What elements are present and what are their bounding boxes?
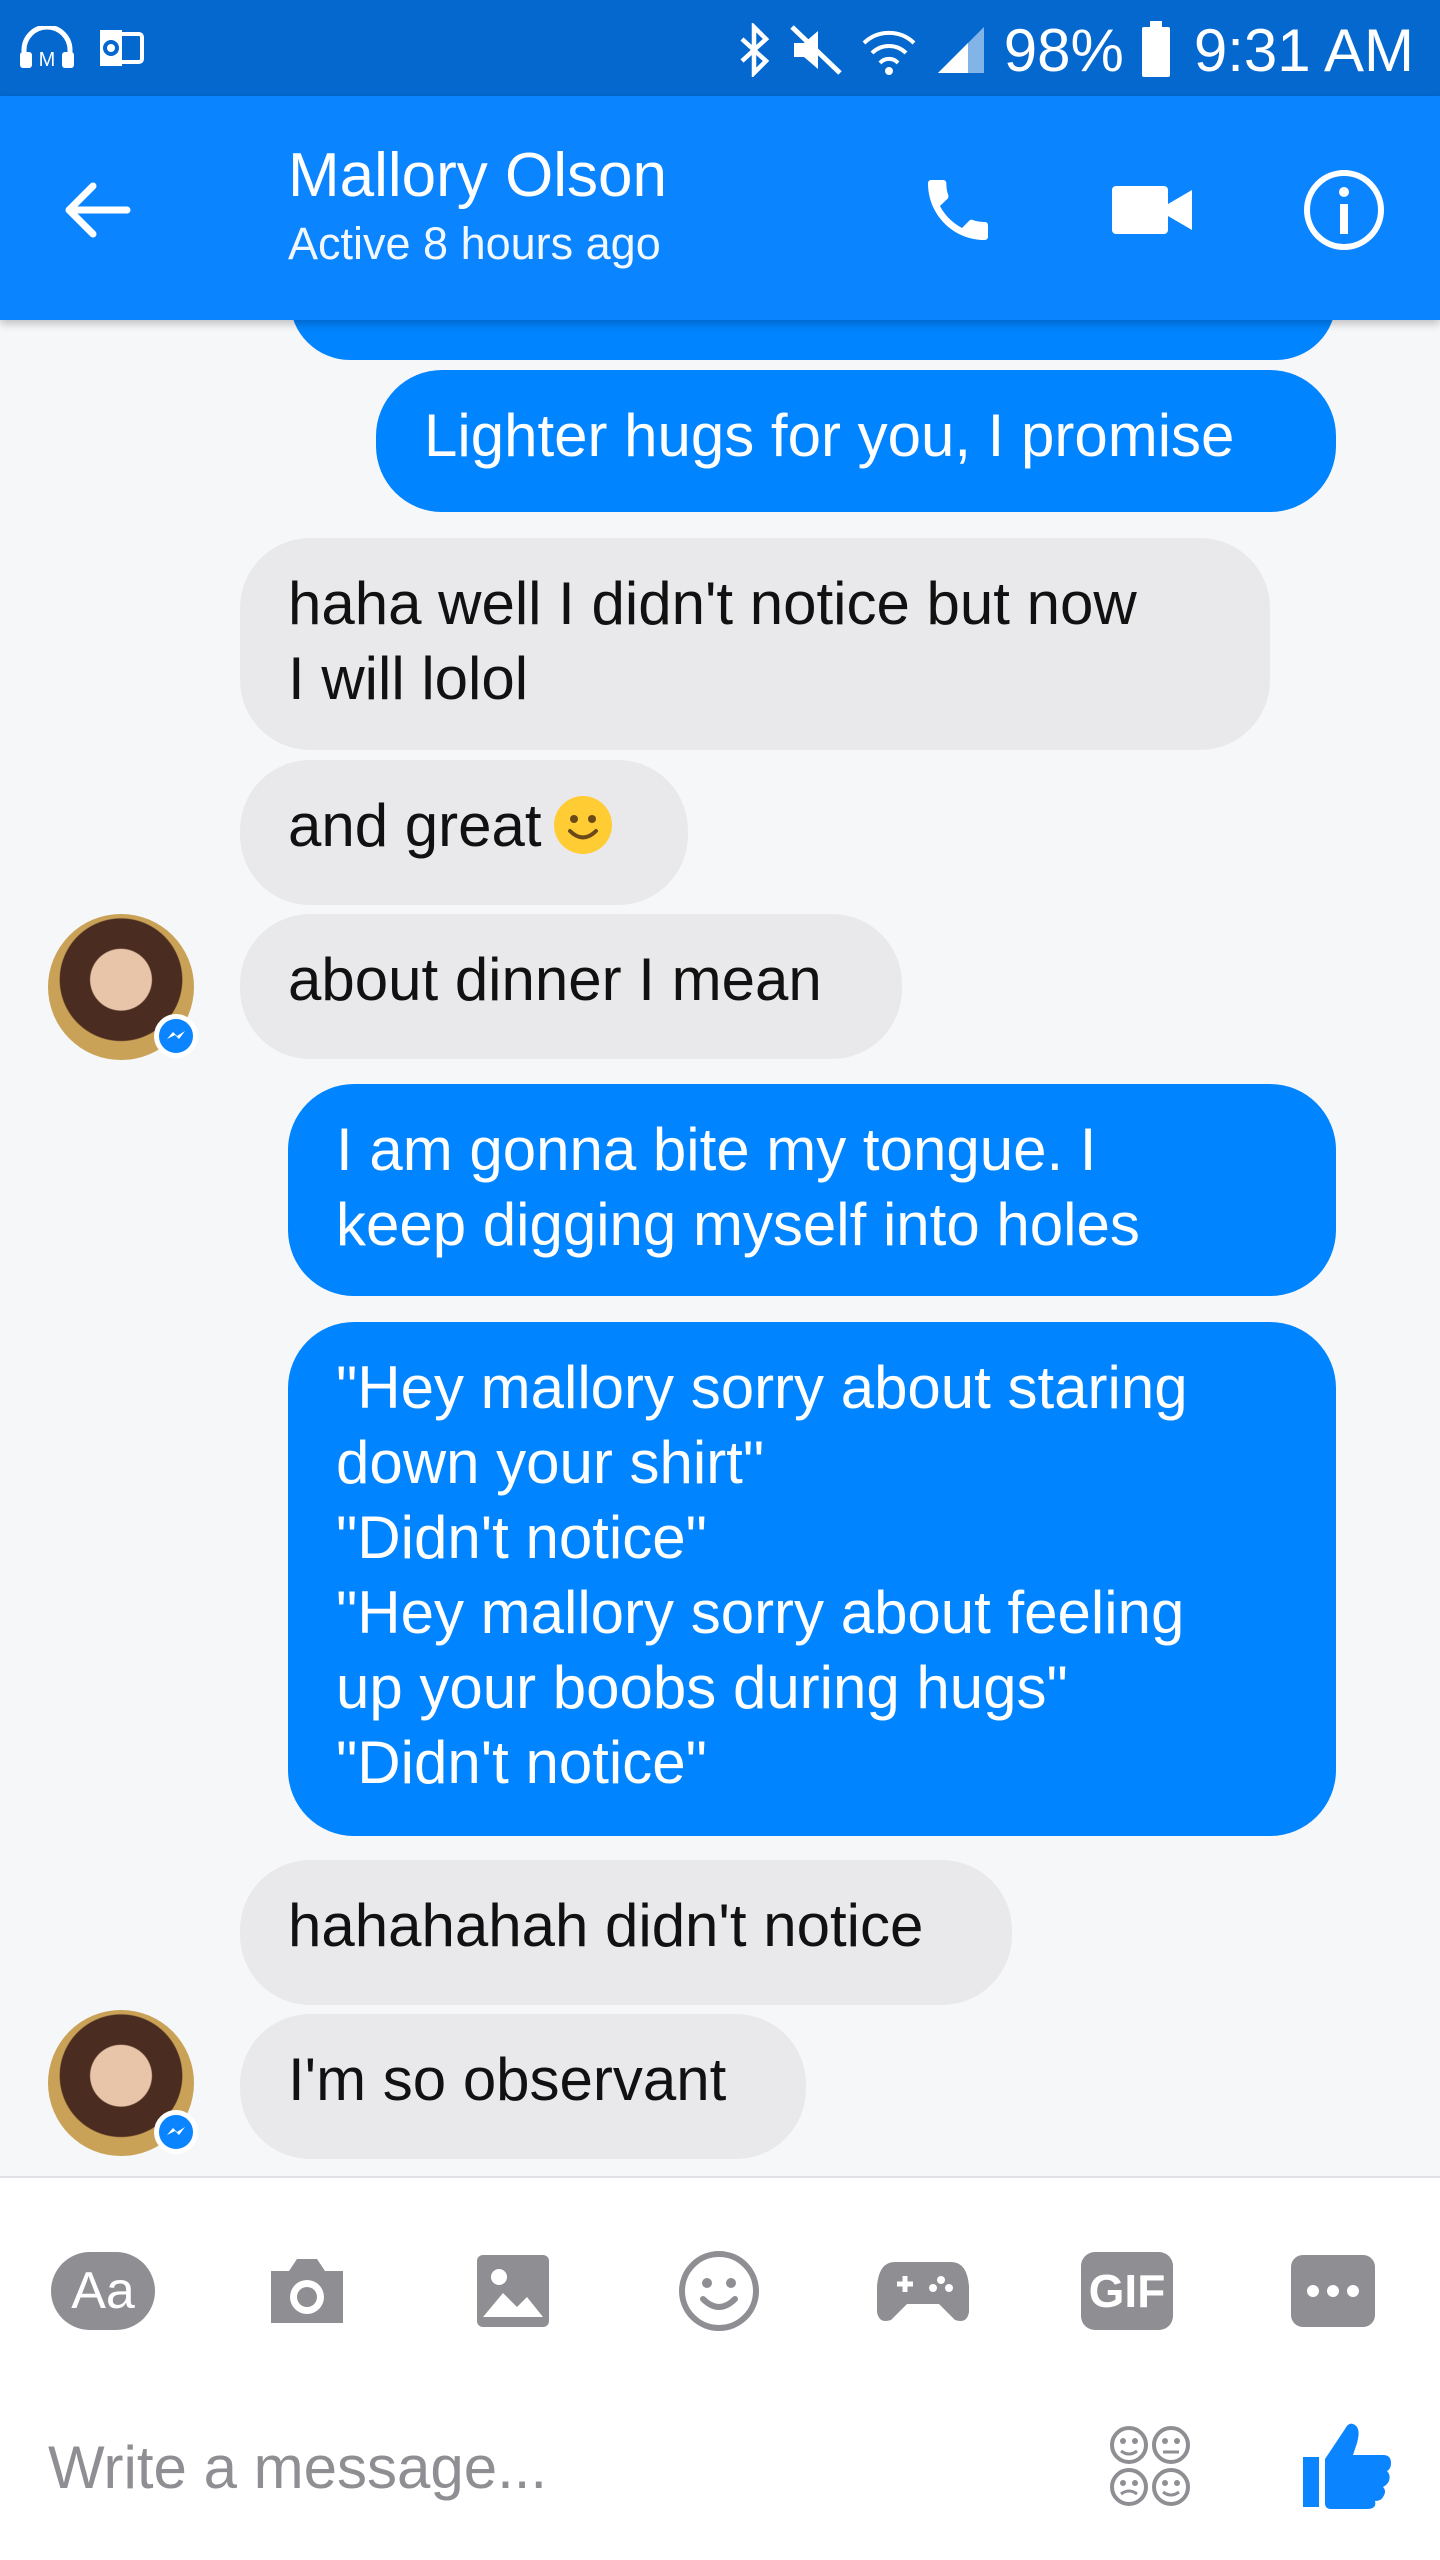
message-input[interactable] <box>48 2422 1028 2512</box>
thumbs-up-like-icon[interactable] <box>1292 2410 1402 2520</box>
message-bubble-outgoing[interactable]: I am gonna bite my tongue. I keep diggin… <box>288 1084 1336 1296</box>
video-call-icon[interactable] <box>1104 162 1200 258</box>
contact-avatar[interactable] <box>48 914 198 1060</box>
phone-icon[interactable] <box>910 162 1006 258</box>
bluetooth-icon <box>738 23 772 77</box>
message-bubble-outgoing[interactable]: Lighter hugs for you, I promise <box>376 370 1336 512</box>
aa-label: Aa <box>51 2252 155 2330</box>
games-icon[interactable] <box>868 2236 978 2346</box>
clock: 9:31 AM <box>1193 16 1414 84</box>
gallery-icon[interactable] <box>458 2236 568 2346</box>
svg-text:M: M <box>39 49 56 70</box>
more-dots-icon <box>1291 2255 1375 2327</box>
conversation-header: Mallory Olson Active 8 hours ago <box>0 96 1440 320</box>
contact-active-status: Active 8 hours ago <box>288 218 661 269</box>
emoji-icon[interactable] <box>664 2236 774 2346</box>
messenger-badge-icon <box>154 1014 198 1058</box>
mute-icon <box>788 23 844 77</box>
camera-icon[interactable] <box>252 2236 362 2346</box>
message-list[interactable]: Lighter hugs for you, I promise haha wel… <box>0 300 1440 2176</box>
signal-icon <box>934 23 988 77</box>
message-bubble-outgoing[interactable]: "Hey mallory sorry about staring down yo… <box>288 1322 1336 1836</box>
contact-name: Mallory Olson <box>288 141 667 210</box>
back-arrow-icon[interactable] <box>54 168 138 252</box>
message-bubble-incoming[interactable]: I'm so observant <box>240 2014 806 2159</box>
text-size-button[interactable]: Aa <box>48 2236 158 2346</box>
message-bubble-incoming[interactable]: and great <box>240 760 688 905</box>
gif-button[interactable]: GIF <box>1072 2236 1182 2346</box>
outlook-icon <box>98 28 144 68</box>
message-bubble-incoming[interactable]: haha well I didn't notice but now I will… <box>240 538 1270 750</box>
messenger-badge-icon <box>154 2110 198 2154</box>
headphones-icon: M <box>18 26 76 70</box>
battery-icon <box>1140 21 1172 79</box>
message-text: and great <box>288 792 542 859</box>
status-bar: M 98% 9:31 AM <box>0 0 1440 96</box>
smiley-emoji-icon <box>552 794 614 856</box>
composer: Aa GIF <box>0 2176 1440 2560</box>
wifi-icon <box>860 23 918 77</box>
contact-title[interactable]: Mallory Olson Active 8 hours ago <box>288 138 667 274</box>
contact-avatar[interactable] <box>48 2010 198 2156</box>
message-bubble-incoming[interactable]: about dinner I mean <box>240 914 902 1059</box>
battery-percent: 98% <box>1003 16 1124 84</box>
info-icon[interactable] <box>1296 162 1392 258</box>
gif-label: GIF <box>1081 2252 1173 2330</box>
message-bubble-incoming[interactable]: hahahahah didn't notice <box>240 1860 1012 2005</box>
more-button[interactable] <box>1278 2236 1388 2346</box>
stickers-icon[interactable] <box>1100 2416 1200 2516</box>
